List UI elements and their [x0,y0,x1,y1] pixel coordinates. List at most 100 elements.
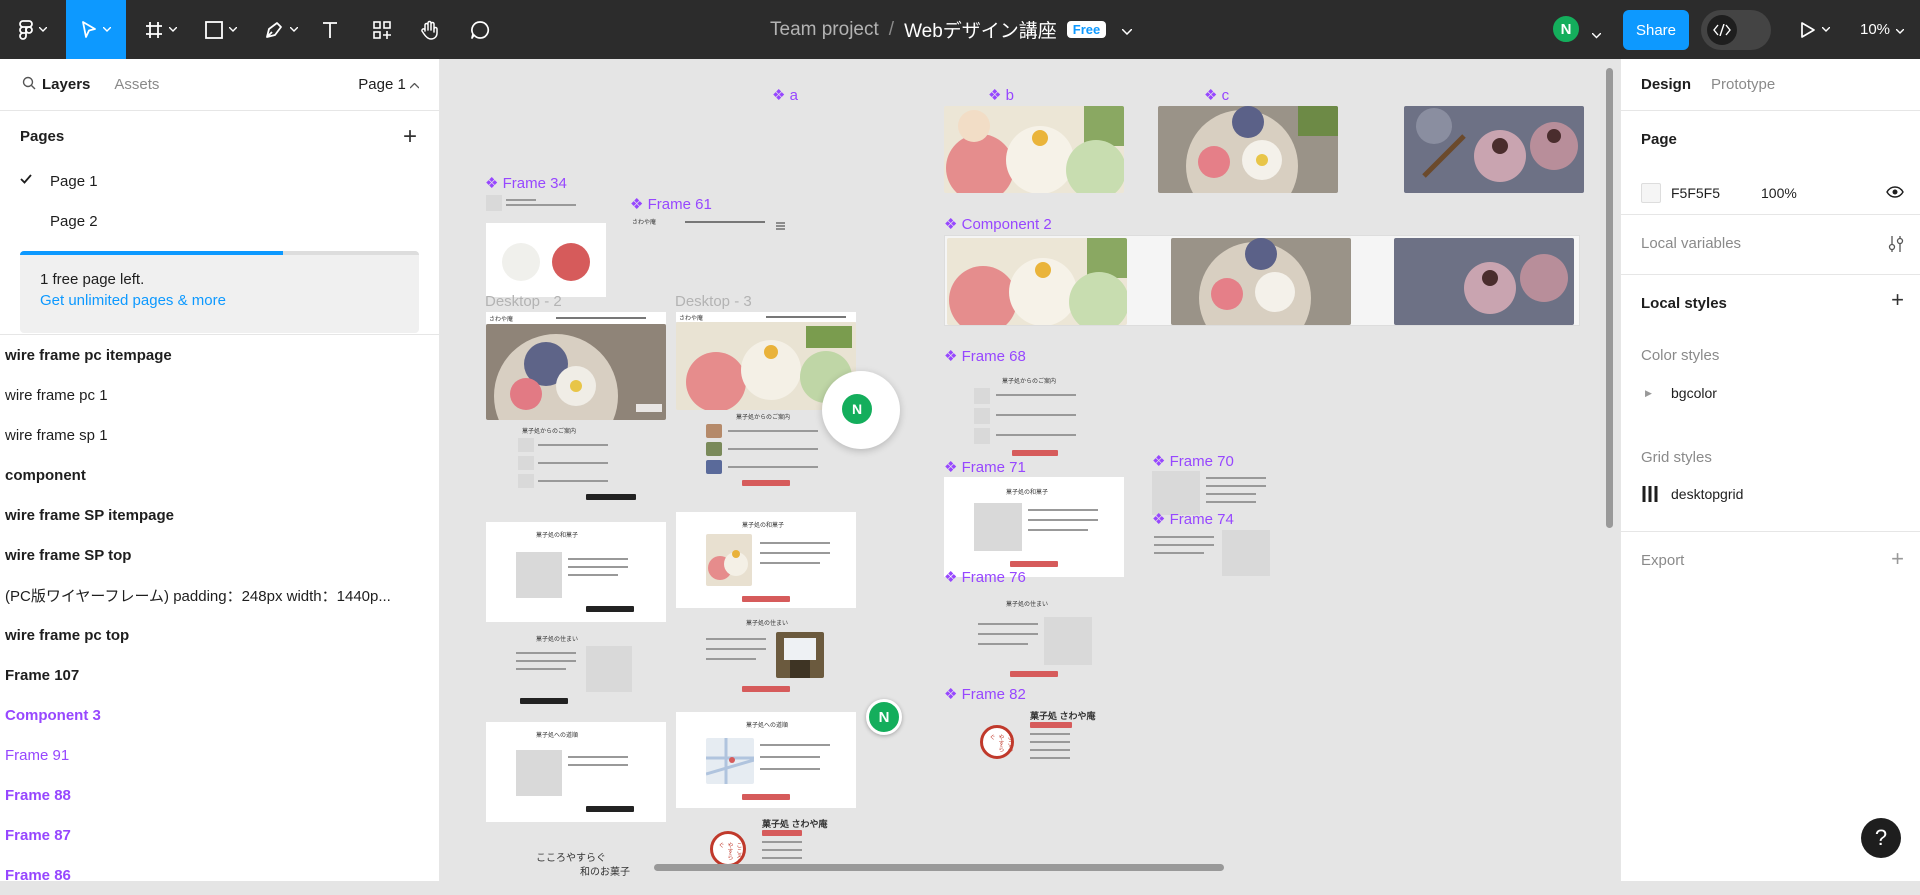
layer-item[interactable]: wire frame pc 1 [0,375,440,415]
text-line [978,633,1038,635]
comment-tool-button[interactable] [462,0,498,59]
tab-layers[interactable]: Layers [42,76,90,93]
frame-label-frame71[interactable]: ❖ Frame 71 [944,458,1026,476]
layer-item[interactable]: Frame 86 [0,855,440,895]
export-section[interactable]: Export + [1621,532,1920,592]
page-item-2[interactable]: Page 2 [0,201,439,241]
text-line [978,643,1028,645]
text-line [506,199,536,201]
frame-label-frame82[interactable]: ❖ Frame 82 [944,685,1026,703]
add-export-icon[interactable]: + [1891,546,1904,572]
frame-label-frame34[interactable]: ❖ Frame 34 [485,174,567,192]
frame-name: Frame 68 [961,348,1026,365]
layer-item[interactable]: Component 3 [0,695,440,735]
layer-item[interactable]: wire frame pc top [0,615,440,655]
frame76-card[interactable]: 菓子処の住まい [944,587,1124,679]
component2-image-b [1171,238,1351,325]
frame-label-b[interactable]: ❖ b [988,86,1014,104]
horizontal-scrollbar[interactable] [654,864,1224,871]
image-c-wagashi[interactable] [1404,106,1584,193]
upsell-link[interactable]: Get unlimited pages & more [20,288,419,309]
dev-mode-toggle[interactable] [1701,10,1771,50]
frame-label-frame61[interactable]: ❖ Frame 61 [630,195,712,213]
frame68-card[interactable]: 菓子処からのご案内 [944,366,1124,460]
add-page-icon[interactable]: + [403,123,417,151]
variables-settings-icon[interactable] [1888,233,1904,259]
layer-item[interactable]: Frame 107 [0,655,440,695]
search-icon[interactable] [22,76,36,93]
main-menu-button[interactable] [4,0,62,59]
eye-icon[interactable] [1886,185,1904,201]
move-tool-button[interactable] [66,0,126,59]
frame-label-c[interactable]: ❖ c [1204,86,1229,104]
component2-frame[interactable] [944,235,1580,326]
layer-item[interactable]: Frame 91 [0,735,440,775]
page-opacity-value[interactable]: 100% [1761,185,1797,201]
layer-item[interactable]: component [0,455,440,495]
frame74-card[interactable] [1152,528,1272,578]
frame-label-a[interactable]: ❖ a [772,86,798,104]
tab-assets[interactable]: Assets [114,76,159,93]
image-b-wagashi[interactable] [1158,106,1338,193]
vertical-scrollbar[interactable] [1606,68,1613,528]
present-button[interactable] [1792,0,1838,59]
layer-item[interactable]: wire frame pc itempage [0,335,440,375]
frame-label-frame70[interactable]: ❖ Frame 70 [1152,452,1234,470]
image-placeholder [518,456,534,470]
layer-item[interactable]: wire frame sp 1 [0,415,440,455]
frame82-card[interactable]: こころやすらぐ 菓子処 さわや庵 [944,705,1124,771]
chevron-down-icon [290,27,298,32]
chevron-down-icon[interactable] [1591,26,1602,42]
text-line [760,562,820,564]
pen-tool-button[interactable] [256,0,306,59]
frame-label-frame76[interactable]: ❖ Frame 76 [944,568,1026,586]
shape-tool-button[interactable] [196,0,246,59]
page-label: Page 2 [50,212,98,230]
share-button[interactable]: Share [1623,10,1689,50]
section-heading: 菓子処の住まい [536,637,579,643]
desktop2-nav: さわや庵 [486,312,666,324]
frame-label-component2[interactable]: ❖ Component 2 [944,215,1052,233]
page-selector[interactable]: Page 1 [358,76,420,93]
layer-item[interactable]: wire frame SP top [0,535,440,575]
grid-style-item[interactable]: desktopgrid [1671,486,1743,502]
layer-item[interactable]: wire frame SP itempage [0,495,440,535]
page-color-swatch[interactable] [1641,183,1661,203]
local-variables-section[interactable]: Local variables [1621,215,1920,275]
frame-label-frame74[interactable]: ❖ Frame 74 [1152,510,1234,528]
frame71-card[interactable]: 菓子処の和菓子 [944,477,1124,577]
resources-button[interactable] [364,0,400,59]
page-item-1[interactable]: Page 1 [0,161,439,201]
color-style-item[interactable]: bgcolor [1671,385,1717,401]
image-placeholder [1044,617,1092,665]
file-name[interactable]: Webデザイン講座 [904,16,1057,43]
team-name[interactable]: Team project [770,19,879,41]
text-line [762,857,802,859]
desktop2-wagashi: 菓子処の和菓子 [486,522,666,622]
frame-label-desktop3[interactable]: Desktop - 3 [675,293,752,310]
section-heading: 菓子処の和菓子 [742,523,785,529]
text-line [538,444,608,446]
frame-label-desktop2[interactable]: Desktop - 2 [485,293,562,310]
frame-label-frame68[interactable]: ❖ Frame 68 [944,347,1026,365]
file-title[interactable]: Team project / Webデザイン講座 Free [770,0,1133,59]
tab-design[interactable]: Design [1641,76,1691,93]
zoom-menu[interactable]: 10% [1860,0,1905,59]
tab-prototype[interactable]: Prototype [1711,76,1775,93]
frame-tool-button[interactable] [136,0,186,59]
help-button[interactable]: ? [1861,818,1901,858]
page-color-value[interactable]: F5F5F5 [1671,185,1720,201]
desktop2-sumai: 菓子処の住まい [486,622,666,714]
chevron-right-icon[interactable]: ▶ [1645,388,1652,399]
image-a-wagashi[interactable] [944,106,1124,193]
text-tool-button[interactable] [312,0,348,59]
layer-item[interactable]: Frame 87 [0,815,440,855]
user-avatar[interactable]: N [1551,14,1581,44]
layer-item[interactable]: Frame 88 [0,775,440,815]
hand-tool-button[interactable] [412,0,448,59]
text-line [996,394,1076,396]
chevron-down-icon[interactable] [1121,19,1133,41]
add-style-icon[interactable]: + [1891,287,1904,313]
text-line [762,849,802,851]
layer-item[interactable]: (PC版ワイヤーフレーム) padding：248px width：1440p.… [0,575,440,615]
